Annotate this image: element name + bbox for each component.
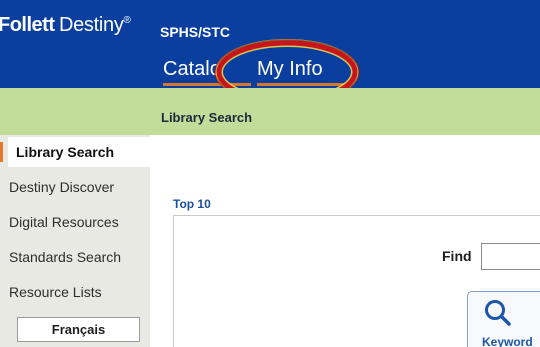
logo-follett-text: Follett — [0, 14, 55, 36]
sidebar: Library Search Destiny Discover Digital … — [0, 135, 150, 347]
follett-destiny-logo[interactable]: Follett Destiny® — [0, 14, 131, 40]
find-label: Find — [442, 248, 472, 264]
sidebar-item-standards-search[interactable]: Standards Search — [0, 242, 140, 272]
tab-my-info-underline — [257, 83, 345, 86]
keyword-button-label: Keyword — [482, 335, 533, 347]
tab-catalog[interactable]: Catalo — [163, 56, 251, 86]
language-francais-button[interactable]: Français — [17, 317, 140, 342]
logo-registered-mark: ® — [123, 15, 131, 26]
sidebar-item-label: Digital Resources — [9, 214, 119, 230]
sidebar-item-resource-lists[interactable]: Resource Lists — [0, 277, 140, 307]
top-10-link[interactable]: Top 10 — [173, 197, 211, 211]
sidebar-item-destiny-discover[interactable]: Destiny Discover — [0, 172, 140, 202]
breadcrumb-bar: Library Search — [0, 88, 540, 135]
keyword-search-button[interactable]: Keyword — [467, 291, 540, 347]
active-indicator — [0, 142, 3, 162]
sidebar-item-library-search[interactable]: Library Search — [0, 137, 150, 167]
sidebar-item-label: Standards Search — [9, 249, 122, 265]
site-name: SPHS/STC — [160, 24, 231, 40]
sidebar-item-label: Resource Lists — [9, 284, 102, 300]
breadcrumb: Library Search — [161, 110, 253, 125]
tab-catalog-label: Catalo — [163, 58, 221, 80]
logo-destiny-text: Destiny — [58, 14, 124, 36]
sidebar-item-digital-resources[interactable]: Digital Resources — [0, 207, 140, 237]
sidebar-item-label: Destiny Discover — [9, 179, 115, 195]
tab-my-info-label: My Info — [257, 58, 323, 80]
tab-my-info[interactable]: My Info — [257, 56, 345, 86]
sidebar-item-label: Library Search — [16, 144, 115, 160]
tab-catalog-underline — [163, 83, 251, 86]
find-input[interactable] — [481, 243, 540, 270]
top-header: Follett Destiny® SPHS/STC Catalo My Info — [0, 0, 540, 88]
search-icon — [485, 300, 511, 326]
